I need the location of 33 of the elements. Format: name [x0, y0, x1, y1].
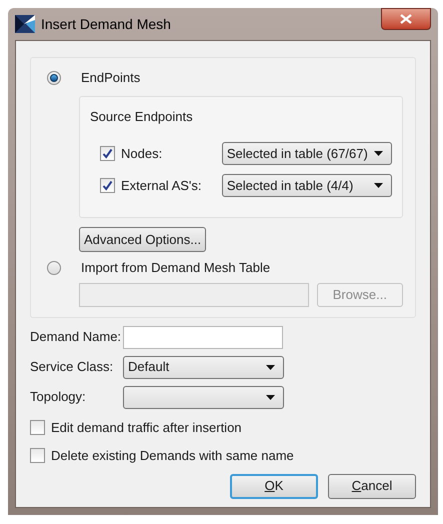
field-label: Service Class:: [30, 358, 114, 376]
file-path-field[interactable]: [79, 282, 309, 306]
close-button[interactable]: [381, 8, 431, 30]
dialog-button[interactable]: OK: [230, 474, 318, 498]
checkbox[interactable]: [100, 146, 115, 161]
dropdown[interactable]: Selected in table (67/67): [222, 142, 392, 165]
advanced-options-button[interactable]: Advanced Options...: [79, 227, 206, 252]
app-logo-icon: [15, 15, 35, 33]
field-label: Topology:: [30, 388, 87, 406]
checkbox[interactable]: [30, 448, 45, 464]
radio-button[interactable]: [47, 260, 61, 275]
group-title: Source Endpoints: [90, 108, 194, 126]
radio-label: Import from Demand Mesh Table: [81, 259, 270, 277]
dropdown[interactable]: [123, 386, 284, 408]
radio-button[interactable]: [47, 70, 61, 85]
radio-label: EndPoints: [81, 69, 140, 87]
field-label: Demand Name:: [30, 328, 122, 346]
checkbox-label: Delete existing Demands with same name: [51, 447, 294, 465]
checkbox-label: Edit demand traffic after insertion: [51, 418, 242, 436]
window-title: Insert Demand Mesh: [41, 14, 171, 34]
caret-icon: [266, 364, 275, 370]
close-icon: [400, 14, 412, 24]
checkbox-label: Nodes:: [121, 144, 164, 163]
dropdown[interactable]: Selected in table (4/4): [222, 174, 392, 197]
caret-icon: [374, 151, 383, 156]
text-field[interactable]: [123, 326, 283, 348]
dropdown[interactable]: Default: [123, 356, 284, 378]
caret-icon: [374, 183, 383, 188]
caret-icon: [266, 394, 275, 400]
checkbox-label: External AS's:: [121, 176, 203, 195]
checkbox[interactable]: [100, 178, 115, 193]
dialog-button[interactable]: Cancel: [328, 474, 416, 498]
checkbox[interactable]: [30, 420, 45, 435]
